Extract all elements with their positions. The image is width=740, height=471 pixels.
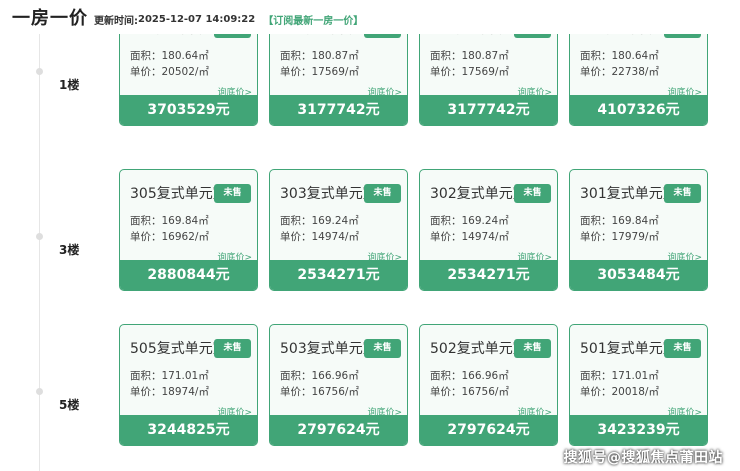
status-badge: 未售	[364, 184, 401, 203]
unit-card[interactable]: 305复式单元室 未售 面积：169.84㎡ 单价：16962/㎡ 询底价> 288084…	[119, 169, 258, 291]
unit-price: 单价：20502/㎡	[130, 66, 209, 78]
total-price: 2797624元	[420, 415, 557, 445]
unit-area: 面积：180.64㎡	[130, 50, 209, 62]
unit-card[interactable]: 303复式单元室 未售 面积：169.24㎡ 单价：14974/㎡ 询底价> 253427…	[269, 169, 408, 291]
total-price: 2534271元	[270, 260, 407, 290]
total-price: 3053484元	[570, 260, 707, 290]
total-price: 2534271元	[420, 260, 557, 290]
unit-price: 单价：22738/㎡	[580, 66, 659, 78]
status-badge: 未售	[214, 339, 251, 358]
unit-price: 单价：14974/㎡	[280, 231, 359, 243]
update-time-value: 2025-12-07 14:09:22	[138, 14, 256, 25]
unit-price: 单价：17569/㎡	[280, 66, 359, 78]
total-price: 4107326元	[570, 95, 707, 125]
total-price: 3423239元	[570, 415, 707, 445]
page-header: 一房一价 更新时间: 2025-12-07 14:09:22 【订阅最新一房一价…	[0, 0, 740, 34]
total-price: 3177742元	[420, 95, 557, 125]
unit-area: 面积：169.84㎡	[580, 215, 659, 227]
timeline-dot	[36, 68, 43, 75]
unit-area: 面积：169.84㎡	[130, 215, 209, 227]
unit-price: 单价：17569/㎡	[430, 66, 509, 78]
unit-area: 面积：166.96㎡	[280, 370, 359, 382]
floor-label: 3楼	[59, 243, 80, 257]
unit-area: 面积：180.87㎡	[280, 50, 359, 62]
unit-price: 单价：16962/㎡	[130, 231, 209, 243]
unit-card[interactable]: 501复式单元室 未售 面积：171.01㎡ 单价：20018/㎡ 询底价> 342323…	[569, 324, 708, 446]
unit-area: 面积：171.01㎡	[130, 370, 209, 382]
total-price: 3177742元	[270, 95, 407, 125]
unit-price: 单价：14974/㎡	[430, 231, 509, 243]
floor-label: 5楼	[59, 398, 80, 412]
unit-area: 面积：166.96㎡	[430, 370, 509, 382]
unit-price: 单价：17979/㎡	[580, 231, 659, 243]
unit-price: 单价：16756/㎡	[430, 386, 509, 398]
unit-card[interactable]: 502复式单元室 未售 面积：166.96㎡ 单价：16756/㎡ 询底价> 279762…	[419, 324, 558, 446]
floor-label: 1楼	[59, 78, 80, 92]
unit-area: 面积：169.24㎡	[430, 215, 509, 227]
status-badge: 未售	[664, 339, 701, 358]
total-price: 3244825元	[120, 415, 257, 445]
unit-price: 单价：16756/㎡	[280, 386, 359, 398]
unit-card[interactable]: 301复式单元室 未售 面积：169.84㎡ 单价：17979/㎡ 询底价> 305348…	[569, 169, 708, 291]
status-badge: 未售	[514, 339, 551, 358]
unit-price: 单价：20018/㎡	[580, 386, 659, 398]
total-price: 3703529元	[120, 95, 257, 125]
timeline-dot	[36, 233, 43, 240]
page-title: 一房一价	[12, 8, 88, 29]
unit-area: 面积：169.24㎡	[280, 215, 359, 227]
status-badge: 未售	[214, 184, 251, 203]
status-badge: 未售	[364, 339, 401, 358]
unit-card[interactable]: 302复式单元室 未售 面积：169.24㎡ 单价：14974/㎡ 询底价> 253427…	[419, 169, 558, 291]
timeline-dot	[36, 388, 43, 395]
timeline-line	[39, 34, 40, 471]
unit-area: 面积：180.64㎡	[580, 50, 659, 62]
unit-card[interactable]: 503复式单元室 未售 面积：166.96㎡ 单价：16756/㎡ 询底价> 279762…	[269, 324, 408, 446]
watermark: 搜狐号@搜狐焦点莆田站	[563, 450, 723, 466]
unit-area: 面积：171.01㎡	[580, 370, 659, 382]
status-badge: 未售	[664, 184, 701, 203]
status-badge: 未售	[514, 184, 551, 203]
unit-price: 单价：18974/㎡	[130, 386, 209, 398]
unit-card[interactable]: 505复式单元室 未售 面积：171.01㎡ 单价：18974/㎡ 询底价> 324482…	[119, 324, 258, 446]
subscribe-link[interactable]: 【订阅最新一房一价】	[263, 12, 363, 27]
unit-area: 面积：180.87㎡	[430, 50, 509, 62]
total-price: 2880844元	[120, 260, 257, 290]
update-time-label: 更新时间:	[94, 16, 138, 27]
total-price: 2797624元	[270, 415, 407, 445]
